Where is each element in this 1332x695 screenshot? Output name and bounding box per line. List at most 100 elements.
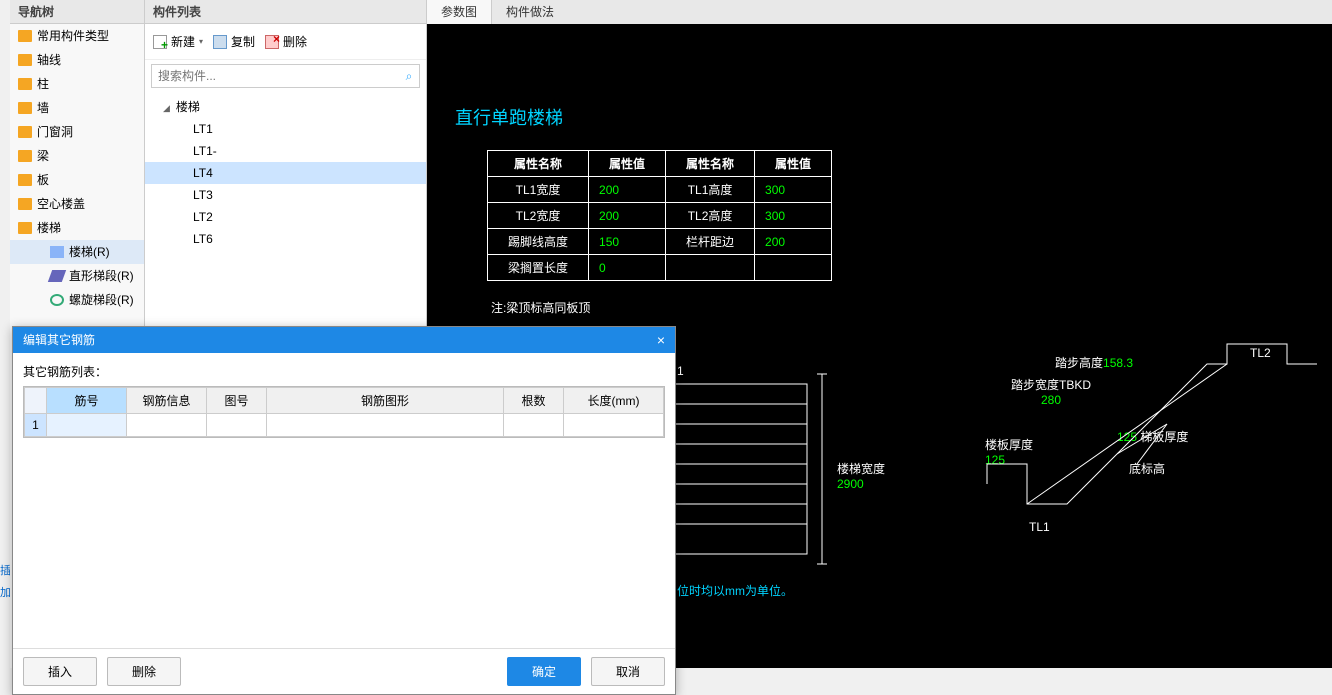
tree-leaf[interactable]: LT2	[145, 206, 426, 228]
ok-button[interactable]: 确定	[507, 657, 581, 686]
cell-val[interactable]: 300	[755, 177, 832, 203]
cell-val[interactable]: 200	[589, 177, 666, 203]
col-shape[interactable]: 钢筋图形	[267, 388, 504, 414]
rownum-1[interactable]: 1	[25, 414, 47, 437]
cell[interactable]	[207, 414, 267, 437]
cell-val[interactable]: 300	[755, 203, 832, 229]
stair-plan-svg	[667, 344, 867, 584]
tab-method[interactable]: 构件做法	[492, 0, 568, 24]
tree-leaf[interactable]: LT3	[145, 184, 426, 206]
cell-val[interactable]: 150	[589, 229, 666, 255]
cell-val[interactable]: 0	[589, 255, 666, 281]
nav-label: 柱	[37, 72, 49, 96]
folder-icon	[18, 30, 32, 42]
tree-leaf-selected[interactable]: LT4	[145, 162, 426, 184]
nav-label: 直形梯段(R)	[69, 264, 134, 288]
chevron-down-icon: ▾	[199, 37, 203, 46]
modal-footer: 插入 删除 确定 取消	[13, 648, 675, 694]
search-input[interactable]	[152, 69, 399, 83]
folder-icon	[18, 198, 32, 210]
gutter-insert[interactable]: 插	[0, 560, 10, 582]
nav-label: 楼梯(R)	[69, 240, 110, 264]
cell: TL1高度	[666, 177, 755, 203]
property-table: 属性名称 属性值 属性名称 属性值 TL1宽度200TL1高度300 TL2宽度…	[487, 150, 832, 281]
cell[interactable]	[564, 414, 664, 437]
nav-item-hollow[interactable]: 空心楼盖	[10, 192, 144, 216]
nav-item-column[interactable]: 柱	[10, 72, 144, 96]
tree-leaf[interactable]: LT1	[145, 118, 426, 140]
cell-val[interactable]: 200	[755, 229, 832, 255]
nav-label: 空心楼盖	[37, 192, 85, 216]
stair-icon	[50, 246, 64, 258]
modal-label: 其它钢筋列表：	[23, 363, 665, 380]
nav-label: 板	[37, 168, 49, 192]
col-count[interactable]: 根数	[504, 388, 564, 414]
th-val2: 属性值	[755, 151, 832, 177]
col-number[interactable]: 筋号	[47, 388, 127, 414]
folder-icon	[18, 102, 32, 114]
cancel-button[interactable]: 取消	[591, 657, 665, 686]
cell: 栏杆距边	[666, 229, 755, 255]
modal-title: 编辑其它钢筋	[23, 327, 95, 353]
cell[interactable]	[267, 414, 504, 437]
rownum-header	[25, 388, 47, 414]
tab-param[interactable]: 参数图	[427, 0, 492, 24]
copy-label: 复制	[231, 33, 255, 50]
nav-item-stair[interactable]: 楼梯	[10, 216, 144, 240]
gutter-add[interactable]: 加	[0, 582, 10, 604]
th-name2: 属性名称	[666, 151, 755, 177]
segment-icon	[48, 270, 66, 282]
nav-item-beam[interactable]: 梁	[10, 144, 144, 168]
nav-item-common[interactable]: 常用构件类型	[10, 24, 144, 48]
cell	[666, 255, 755, 281]
folder-icon	[18, 174, 32, 186]
folder-icon	[18, 54, 32, 66]
folder-icon	[18, 150, 32, 162]
cell-val[interactable]: 200	[589, 203, 666, 229]
modal-header[interactable]: 编辑其它钢筋 ×	[13, 327, 675, 353]
th-val: 属性值	[589, 151, 666, 177]
rebar-modal: 编辑其它钢筋 × 其它钢筋列表： 筋号 钢筋信息 图号 钢筋图形 根数 长度(m…	[12, 326, 676, 695]
spiral-icon	[50, 294, 64, 306]
nav-sub-spiral[interactable]: 螺旋梯段(R)	[10, 288, 144, 312]
nav-items: 常用构件类型 轴线 柱 墙 门窗洞 梁 板 空心楼盖 楼梯 楼梯(R) 直形梯段…	[10, 24, 144, 312]
nav-label: 门窗洞	[37, 120, 73, 144]
cell: TL2高度	[666, 203, 755, 229]
folder-icon	[18, 78, 32, 90]
nav-label: 墙	[37, 96, 49, 120]
rebar-grid: 筋号 钢筋信息 图号 钢筋图形 根数 长度(mm) 1	[23, 386, 665, 438]
copy-button[interactable]: 复制	[213, 33, 255, 50]
nav-sub-straight[interactable]: 直形梯段(R)	[10, 264, 144, 288]
delete-label: 删除	[283, 33, 307, 50]
cell[interactable]	[127, 414, 207, 437]
tree-root-stair[interactable]: 楼梯	[145, 96, 426, 118]
nav-item-axis[interactable]: 轴线	[10, 48, 144, 72]
nav-item-wall[interactable]: 墙	[10, 96, 144, 120]
new-button[interactable]: 新建 ▾	[153, 33, 203, 50]
nav-label: 常用构件类型	[37, 24, 109, 48]
cell: 踢脚线高度	[488, 229, 589, 255]
delete-button[interactable]: 删除	[265, 33, 307, 50]
nav-item-opening[interactable]: 门窗洞	[10, 120, 144, 144]
insert-button[interactable]: 插入	[23, 657, 97, 686]
delete-row-button[interactable]: 删除	[107, 657, 181, 686]
col-info[interactable]: 钢筋信息	[127, 388, 207, 414]
diagram-title: 直行单跑楼梯	[455, 104, 1312, 130]
copy-icon	[213, 35, 227, 49]
col-length[interactable]: 长度(mm)	[564, 388, 664, 414]
nav-item-slab[interactable]: 板	[10, 168, 144, 192]
new-label: 新建	[171, 33, 195, 50]
nav-header: 导航树	[10, 0, 144, 24]
tree-leaf[interactable]: LT1-	[145, 140, 426, 162]
unit-note: 位时均以mm为单位。	[677, 582, 793, 599]
cell-val[interactable]	[755, 255, 832, 281]
close-icon[interactable]: ×	[657, 327, 665, 353]
col-drawing[interactable]: 图号	[207, 388, 267, 414]
left-gutter: 插 加	[0, 560, 10, 604]
search-icon[interactable]: ⌕	[399, 69, 419, 84]
nav-sub-stair[interactable]: 楼梯(R)	[10, 240, 144, 264]
delete-icon	[265, 35, 279, 49]
cell[interactable]	[504, 414, 564, 437]
cell-edit[interactable]	[47, 414, 127, 437]
tree-leaf[interactable]: LT6	[145, 228, 426, 250]
